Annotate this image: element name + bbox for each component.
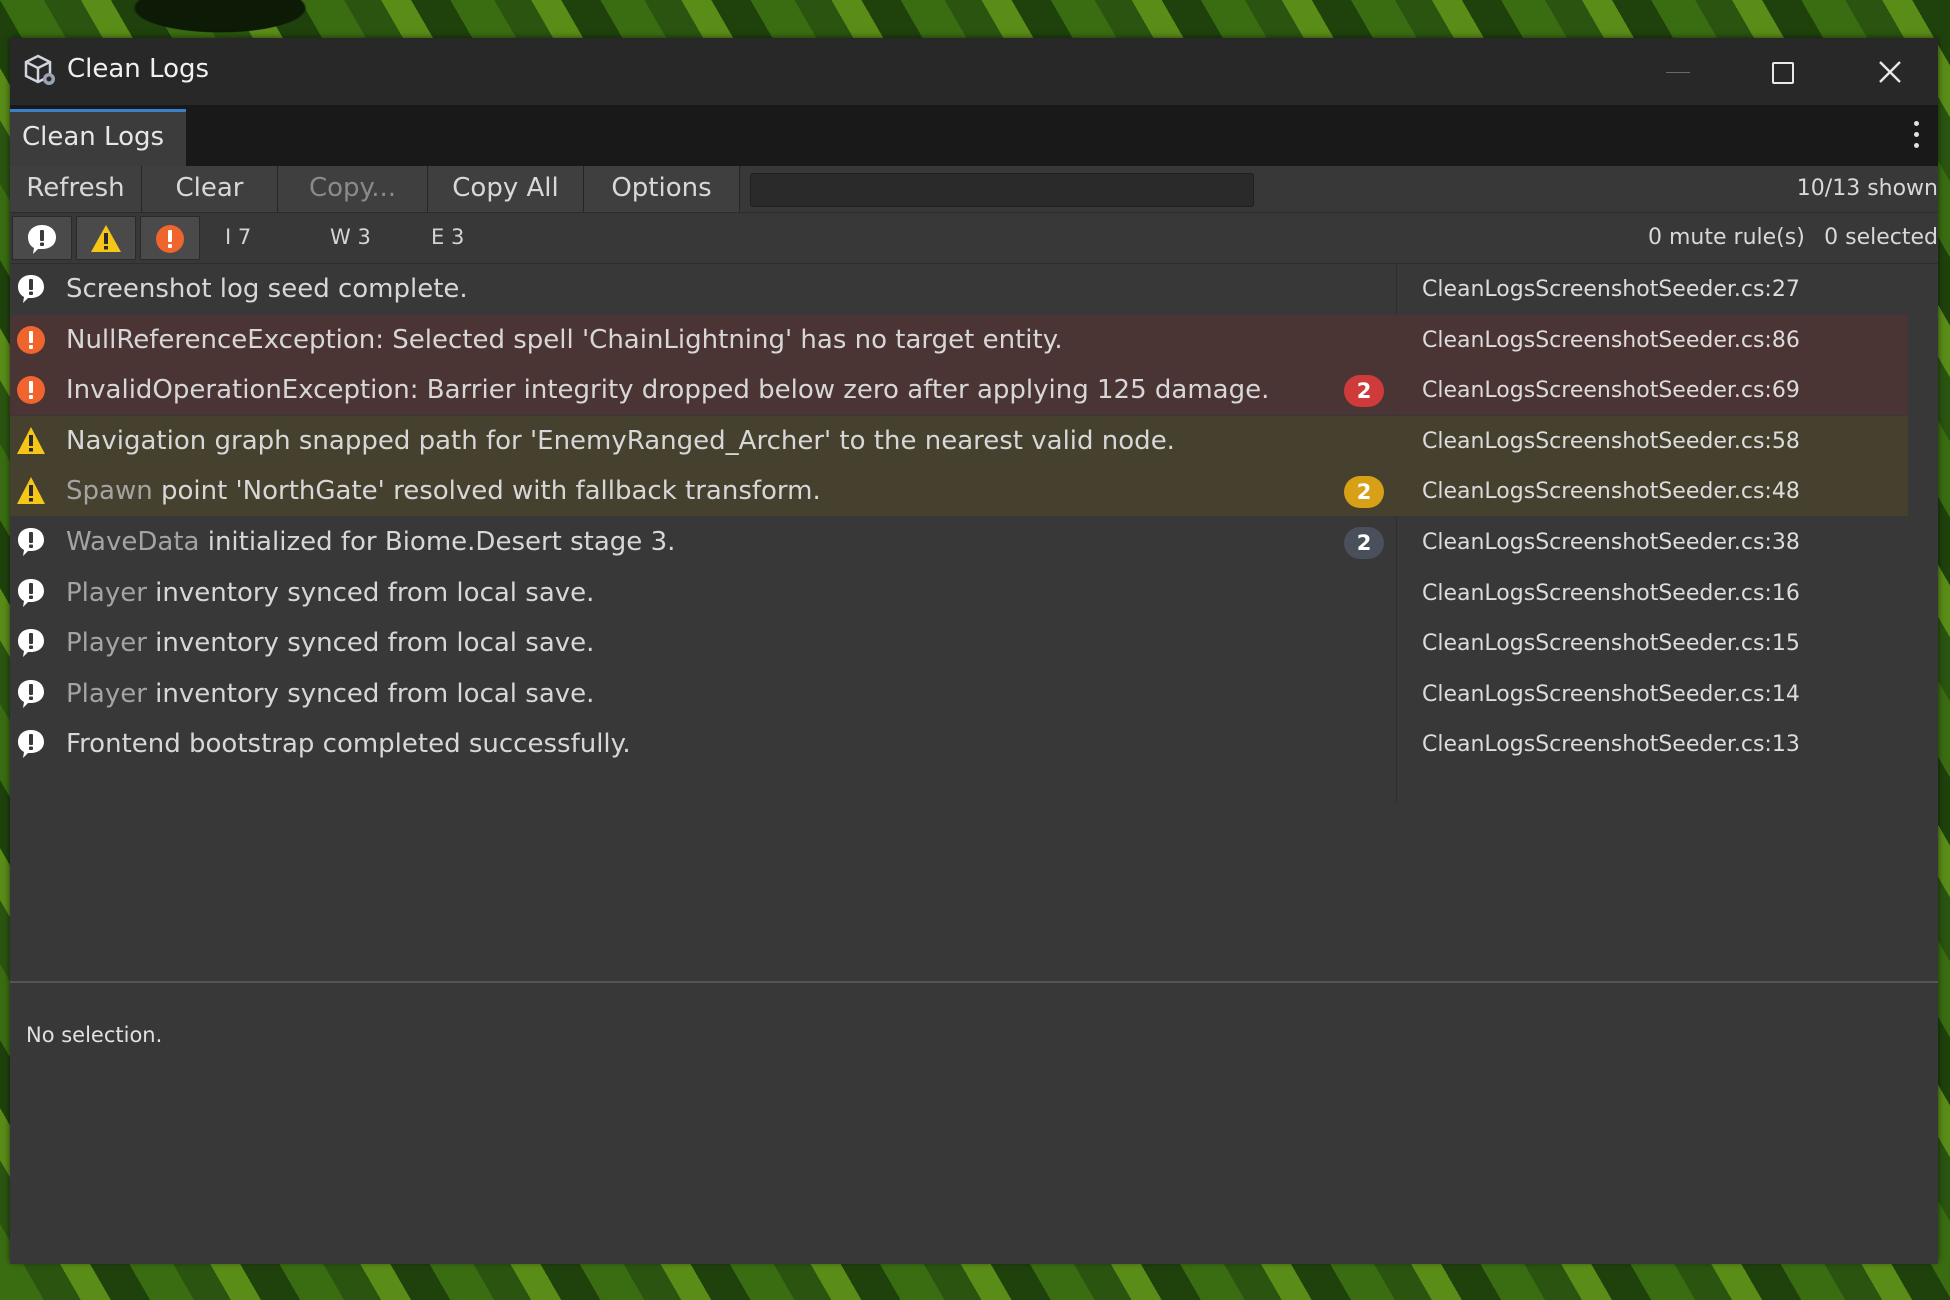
log-source-link[interactable]: CleanLogsScreenshotSeeder.cs:14: [1422, 682, 1800, 707]
error-icon: [17, 325, 45, 354]
tab-bar: Clean Logs: [10, 105, 1938, 166]
log-source-link[interactable]: CleanLogsScreenshotSeeder.cs:15: [1422, 631, 1800, 656]
log-row[interactable]: Player inventory synced from local save.…: [10, 669, 1908, 719]
log-row[interactable]: Navigation graph snapped path for 'Enemy…: [10, 415, 1908, 466]
log-row[interactable]: Frontend bootstrap completed successfull…: [10, 719, 1908, 769]
title-bar[interactable]: Clean Logs: [10, 38, 1938, 105]
log-source-link[interactable]: CleanLogsScreenshotSeeder.cs:69: [1422, 378, 1800, 403]
info-icon: [18, 730, 44, 759]
window-title: Clean Logs: [67, 54, 210, 84]
kebab-menu-icon[interactable]: [1914, 121, 1920, 149]
log-source-link[interactable]: CleanLogsScreenshotSeeder.cs:48: [1422, 479, 1800, 504]
log-message-text: inventory synced from local save.: [146, 678, 595, 709]
log-row[interactable]: Player inventory synced from local save.…: [10, 618, 1908, 668]
log-message-highlight: Player: [66, 628, 147, 659]
log-message-text: Navigation graph snapped path for 'Enemy…: [66, 425, 1175, 456]
warning-icon: [17, 477, 45, 505]
log-source-link[interactable]: CleanLogsScreenshotSeeder.cs:58: [1422, 429, 1800, 454]
log-message: Player inventory synced from local save.: [66, 578, 594, 608]
warning-icon: [91, 225, 121, 252]
warning-icon: [17, 426, 45, 454]
toolbar: Refresh Clear Copy... Copy All Options 1…: [10, 166, 1938, 213]
log-row[interactable]: NullReferenceException: Selected spell '…: [10, 314, 1908, 365]
error-icon: [156, 225, 184, 253]
maximize-icon[interactable]: [1752, 46, 1812, 98]
unity-cube-icon: [24, 54, 55, 85]
log-message: Spawn point 'NorthGate' resolved with fa…: [66, 476, 821, 506]
collapse-count-badge: 2: [1344, 476, 1384, 509]
log-message-text: point 'NorthGate' resolved with fallback…: [152, 476, 821, 507]
warning-count: W 3: [330, 225, 371, 249]
log-message-highlight: Spawn: [66, 476, 153, 507]
info-icon: [18, 275, 44, 303]
options-button[interactable]: Options: [584, 166, 740, 212]
error-filter-toggle[interactable]: [140, 216, 200, 260]
log-message: Navigation graph snapped path for 'Enemy…: [66, 426, 1175, 456]
log-source-link[interactable]: CleanLogsScreenshotSeeder.cs:27: [1422, 277, 1800, 302]
error-count: E 3: [431, 225, 465, 249]
info-icon: [18, 679, 44, 708]
detail-pane: No selection.: [10, 981, 1938, 1264]
log-message-text: Frontend bootstrap completed successfull…: [66, 729, 631, 760]
log-message-text: Screenshot log seed complete.: [66, 274, 468, 304]
info-icon: [28, 225, 56, 254]
info-icon: [18, 578, 44, 607]
collapse-count-badge: 2: [1344, 527, 1384, 559]
close-icon[interactable]: [1860, 46, 1920, 98]
clear-button[interactable]: Clear: [142, 166, 278, 212]
log-row[interactable]: Spawn point 'NorthGate' resolved with fa…: [10, 466, 1908, 517]
log-row[interactable]: InvalidOperationException: Barrier integ…: [10, 365, 1908, 416]
log-message: InvalidOperationException: Barrier integ…: [66, 375, 1269, 405]
copy-button[interactable]: Copy...: [278, 166, 428, 212]
info-count: I 7: [225, 225, 252, 249]
refresh-button[interactable]: Refresh: [10, 166, 142, 212]
log-message: Screenshot log seed complete.: [66, 274, 468, 304]
log-message: WaveData initialized for Biome.Desert st…: [66, 527, 675, 557]
info-icon: [18, 528, 44, 556]
error-icon: [17, 376, 45, 405]
log-message-highlight: WaveData: [66, 527, 200, 557]
shown-count: 10/13 shown: [1796, 176, 1938, 201]
info-filter-toggle[interactable]: [12, 216, 72, 260]
log-message-text: initialized for Biome.Desert stage 3.: [199, 527, 676, 557]
copy-all-button[interactable]: Copy All: [428, 166, 584, 212]
detail-text: No selection.: [26, 1023, 163, 1047]
search-input[interactable]: [750, 173, 1254, 207]
tab-clean-logs[interactable]: Clean Logs: [10, 109, 186, 166]
log-message-text: inventory synced from local save.: [146, 628, 595, 659]
log-source-link[interactable]: CleanLogsScreenshotSeeder.cs:16: [1422, 581, 1800, 606]
log-message-text: NullReferenceException: Selected spell '…: [66, 324, 1063, 355]
log-message: Player inventory synced from local save.: [66, 679, 594, 709]
filter-bar: I 7 W 3 E 3 0 mute rule(s) 0 selected: [10, 213, 1938, 264]
log-list[interactable]: Screenshot log seed complete. CleanLogsSc…: [10, 264, 1938, 981]
log-message-highlight: Player: [66, 678, 147, 709]
log-message-highlight: Player: [66, 577, 147, 608]
warning-filter-toggle[interactable]: [76, 216, 136, 260]
log-row[interactable]: Player inventory synced from local save.…: [10, 568, 1908, 618]
log-source-link[interactable]: CleanLogsScreenshotSeeder.cs:13: [1422, 732, 1800, 757]
mute-rules-count: 0 mute rule(s): [1648, 225, 1805, 250]
log-row[interactable]: WaveData initialized for Biome.Desert st…: [10, 517, 1908, 567]
log-source-link[interactable]: CleanLogsScreenshotSeeder.cs:86: [1422, 328, 1800, 353]
selected-count: 0 selected: [1824, 225, 1938, 250]
log-message: Player inventory synced from local save.: [66, 628, 594, 658]
log-message-text: inventory synced from local save.: [146, 577, 595, 608]
log-message-text: InvalidOperationException: Barrier integ…: [66, 375, 1270, 406]
log-message: NullReferenceException: Selected spell '…: [66, 325, 1063, 355]
clean-logs-window: Clean Logs Clean Logs Refresh Clear Copy…: [10, 38, 1938, 1264]
log-source-link[interactable]: CleanLogsScreenshotSeeder.cs:38: [1422, 530, 1800, 555]
log-row[interactable]: Screenshot log seed complete. CleanLogsSc…: [10, 264, 1908, 314]
info-icon: [18, 629, 44, 658]
minimize-icon[interactable]: [1648, 46, 1708, 98]
log-message: Frontend bootstrap completed successfull…: [66, 729, 631, 759]
collapse-count-badge: 2: [1344, 375, 1384, 408]
